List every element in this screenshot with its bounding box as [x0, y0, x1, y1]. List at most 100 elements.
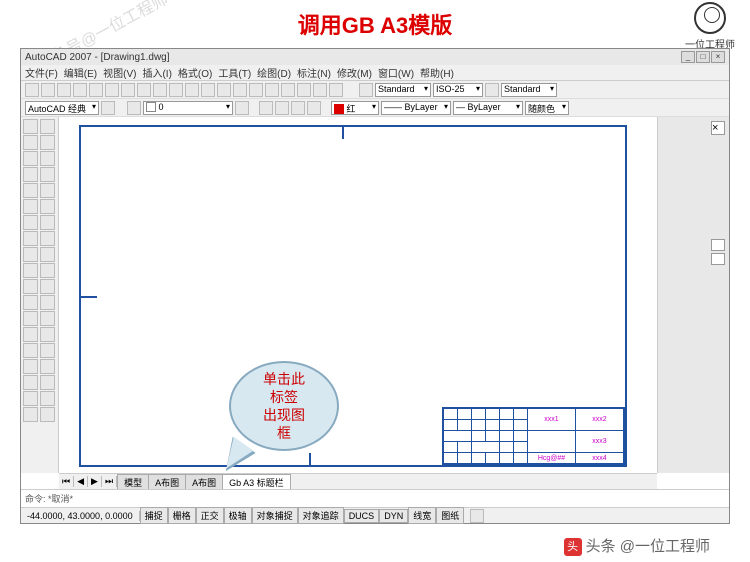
region-icon[interactable]: [23, 375, 38, 390]
extend-icon[interactable]: [40, 279, 55, 294]
open-icon[interactable]: [41, 83, 55, 97]
grid-toggle[interactable]: 栅格: [168, 507, 196, 524]
line-icon[interactable]: [23, 119, 38, 134]
circle-icon[interactable]: [23, 215, 38, 230]
break-icon[interactable]: [40, 295, 55, 310]
ortho-toggle[interactable]: 正交: [196, 507, 224, 524]
textstyle-icon[interactable]: [359, 83, 373, 97]
layer-dropdown[interactable]: 0: [143, 101, 233, 115]
pline-icon[interactable]: [23, 151, 38, 166]
paste-icon[interactable]: [137, 83, 151, 97]
zoom-icon[interactable]: [217, 83, 231, 97]
close-palette-icon[interactable]: ×: [711, 121, 725, 135]
tab-model[interactable]: 模型: [117, 474, 149, 490]
tab-nav-next-icon[interactable]: ▶: [88, 476, 102, 487]
command-line[interactable]: 命令: *取消* 命令:: [21, 489, 729, 507]
tab-gb-a3[interactable]: Gb A3 标题栏: [222, 474, 291, 490]
undo-icon[interactable]: [169, 83, 183, 97]
table-icon[interactable]: [23, 391, 38, 406]
tb-extra2-icon[interactable]: [275, 101, 289, 115]
otrack-toggle[interactable]: 对象追踪: [298, 507, 344, 524]
spline-icon[interactable]: [23, 247, 38, 262]
insert-icon[interactable]: [23, 295, 38, 310]
menu-dim[interactable]: 标注(N): [297, 65, 331, 80]
ellipsearc-icon[interactable]: [23, 279, 38, 294]
status-extra-icon[interactable]: [470, 509, 484, 523]
calc-icon[interactable]: [313, 83, 327, 97]
menu-tools[interactable]: 工具(T): [218, 65, 251, 80]
point-icon[interactable]: [23, 327, 38, 342]
layer-prev-icon[interactable]: [235, 101, 249, 115]
snap-toggle[interactable]: 捕捉: [140, 507, 168, 524]
tab-layout2[interactable]: A布图: [185, 474, 223, 490]
menu-file[interactable]: 文件(F): [25, 65, 58, 80]
new-icon[interactable]: [25, 83, 39, 97]
block-icon[interactable]: [23, 311, 38, 326]
plot-icon[interactable]: [73, 83, 87, 97]
mtext-icon[interactable]: [23, 407, 38, 422]
zoom-prev-icon[interactable]: [233, 83, 247, 97]
tb-extra3-icon[interactable]: [291, 101, 305, 115]
tab-nav-prev-icon[interactable]: ◀: [74, 476, 88, 487]
preview-icon[interactable]: [89, 83, 103, 97]
tool-b-icon[interactable]: [40, 391, 55, 406]
erase-icon[interactable]: [40, 119, 55, 134]
palette-tool1-icon[interactable]: [711, 239, 725, 251]
drawing-canvas[interactable]: xxx1xxx2 xxx3 Hcg@##xxx4: [59, 117, 657, 473]
menu-modify[interactable]: 修改(M): [337, 65, 372, 80]
paper-toggle[interactable]: 图纸: [436, 507, 464, 524]
lineweight-dropdown[interactable]: — ByLayer: [453, 101, 523, 115]
lwt-toggle[interactable]: 线宽: [408, 507, 436, 524]
tab-nav-last-icon[interactable]: ⏭: [102, 476, 117, 487]
minimize-button[interactable]: _: [681, 51, 695, 63]
arc-icon[interactable]: [23, 199, 38, 214]
ssm-icon[interactable]: [297, 83, 311, 97]
tab-layout1[interactable]: A布图: [148, 474, 186, 490]
rectangle-icon[interactable]: [23, 183, 38, 198]
fillet-icon[interactable]: [40, 343, 55, 358]
layer-tool-icon[interactable]: [127, 101, 141, 115]
palette-tool2-icon[interactable]: [711, 253, 725, 265]
maximize-button[interactable]: □: [696, 51, 710, 63]
match-icon[interactable]: [153, 83, 167, 97]
menu-view[interactable]: 视图(V): [103, 65, 136, 80]
gradient-icon[interactable]: [23, 359, 38, 374]
ellipse-icon[interactable]: [23, 263, 38, 278]
tab-nav-first-icon[interactable]: ⏮: [59, 476, 74, 487]
layout-tabs[interactable]: ⏮ ◀ ▶ ⏭ 模型 A布图 A布图 Gb A3 标题栏: [59, 473, 657, 489]
array-icon[interactable]: [40, 183, 55, 198]
revcloud-icon[interactable]: [23, 231, 38, 246]
menu-bar[interactable]: 文件(F) 编辑(E) 视图(V) 插入(I) 格式(O) 工具(T) 绘图(D…: [21, 65, 729, 81]
polar-toggle[interactable]: 极轴: [224, 507, 252, 524]
menu-format[interactable]: 格式(O): [178, 65, 212, 80]
redo-icon[interactable]: [185, 83, 199, 97]
hatch-icon[interactable]: [23, 343, 38, 358]
window-titlebar[interactable]: AutoCAD 2007 - [Drawing1.dwg] _ □ ×: [21, 49, 729, 65]
plotstyle-dropdown[interactable]: 随颜色: [525, 101, 569, 115]
linetype-dropdown[interactable]: —— ByLayer: [381, 101, 451, 115]
offset-icon[interactable]: [40, 167, 55, 182]
mirror-icon[interactable]: [40, 151, 55, 166]
pan-icon[interactable]: [201, 83, 215, 97]
trim-icon[interactable]: [40, 263, 55, 278]
cut-icon[interactable]: [105, 83, 119, 97]
menu-window[interactable]: 窗口(W): [378, 65, 414, 80]
join-icon[interactable]: [40, 311, 55, 326]
tb-extra4-icon[interactable]: [307, 101, 321, 115]
menu-edit[interactable]: 编辑(E): [64, 65, 97, 80]
copy-icon[interactable]: [121, 83, 135, 97]
rotate-icon[interactable]: [40, 215, 55, 230]
textstyle-dropdown[interactable]: Standard: [375, 83, 431, 97]
save-icon[interactable]: [57, 83, 71, 97]
menu-insert[interactable]: 插入(I): [142, 65, 171, 80]
polygon-icon[interactable]: [23, 167, 38, 182]
dimstyle-dropdown[interactable]: ISO-25: [433, 83, 483, 97]
tablestyle-dropdown[interactable]: Standard: [501, 83, 557, 97]
tb-extra1-icon[interactable]: [259, 101, 273, 115]
color-dropdown[interactable]: 红: [331, 101, 379, 115]
chamfer-icon[interactable]: [40, 327, 55, 342]
tablestyle-icon[interactable]: [485, 83, 499, 97]
dc-icon[interactable]: [265, 83, 279, 97]
tool-palette-icon[interactable]: [281, 83, 295, 97]
ws-settings-icon[interactable]: [101, 101, 115, 115]
